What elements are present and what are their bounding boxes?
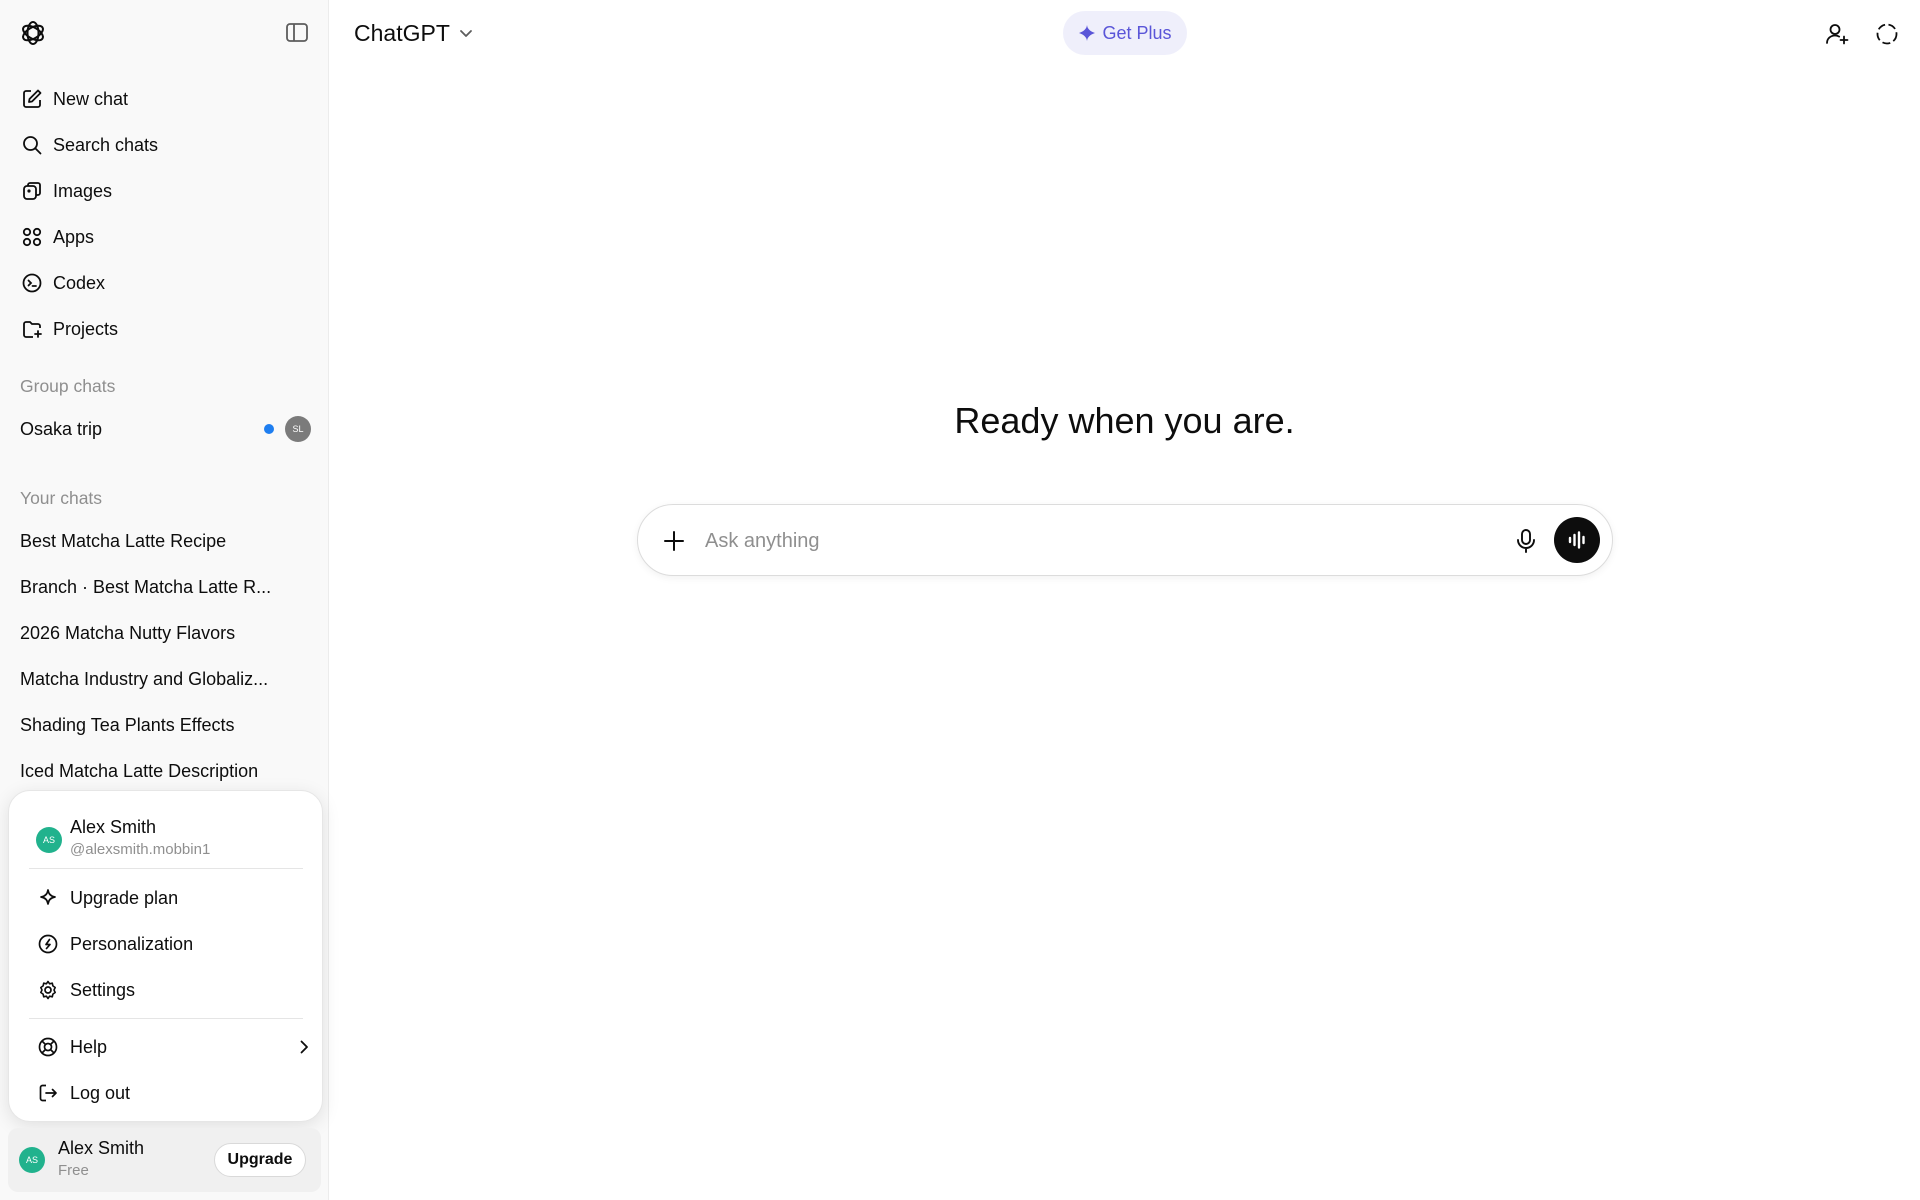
- log-out-item[interactable]: Log out: [19, 1072, 314, 1114]
- divider: [29, 868, 303, 869]
- unread-dot: [264, 424, 274, 434]
- menu-item-label: Upgrade plan: [70, 888, 179, 908]
- codex-button[interactable]: Codex: [10, 263, 319, 303]
- help-icon: [38, 1037, 58, 1057]
- new-chat-icon: [23, 89, 42, 108]
- gear-icon: [40, 980, 56, 1000]
- account-button[interactable]: AS Alex Smith Free Upgrade: [8, 1128, 321, 1192]
- upgrade-plan-item[interactable]: Upgrade plan: [19, 877, 314, 919]
- avatar: AS: [36, 827, 62, 853]
- temporary-chat-button[interactable]: [1870, 17, 1904, 51]
- chat-item[interactable]: Best Matcha Latte Recipe: [10, 521, 319, 561]
- group-chat-label: Osaka trip: [20, 419, 103, 439]
- upgrade-button[interactable]: Upgrade: [214, 1143, 306, 1177]
- chat-title: Branch · Best Matcha Latte R...: [20, 577, 272, 597]
- divider: [29, 1018, 303, 1019]
- chat-item[interactable]: 2026 Matcha Nutty Flavors: [10, 613, 319, 653]
- images-icon: [23, 182, 41, 200]
- chat-title: Matcha Industry and Globaliz...: [20, 669, 269, 689]
- hero-heading: Ready when you are.: [954, 400, 1295, 441]
- apps-button[interactable]: Apps: [10, 217, 319, 257]
- chat-item[interactable]: Matcha Industry and Globaliz...: [10, 659, 319, 699]
- chat-title: Iced Matcha Latte Description: [20, 761, 259, 781]
- chat-title: Best Matcha Latte Recipe: [20, 531, 227, 551]
- add-people-button[interactable]: [1820, 17, 1854, 51]
- model-picker[interactable]: ChatGPT: [344, 14, 484, 52]
- logout-icon: [39, 1084, 57, 1102]
- account-name: Alex Smith: [58, 1138, 145, 1158]
- chat-title: 2026 Matcha Nutty Flavors: [20, 623, 236, 643]
- chevron-right-icon: [300, 1040, 308, 1054]
- sparkle-icon: [40, 889, 56, 905]
- nav-label: Projects: [53, 318, 119, 339]
- nav-label: New chat: [53, 88, 129, 109]
- chat-item[interactable]: Iced Matcha Latte Description: [10, 751, 319, 791]
- menu-item-label: Log out: [70, 1083, 131, 1103]
- prompt-input[interactable]: [705, 525, 1505, 557]
- chat-item[interactable]: Branch · Best Matcha Latte R...: [10, 567, 319, 607]
- chevron-down-icon: [459, 30, 472, 37]
- nav-label: Apps: [53, 226, 95, 247]
- new-chat-button[interactable]: New chat: [10, 79, 319, 119]
- voice-waveform-icon: [1568, 531, 1585, 549]
- add-person-icon: [1826, 24, 1849, 45]
- search-chats-button[interactable]: Search chats: [10, 125, 319, 165]
- menu-item-label: Settings: [70, 980, 136, 1000]
- sidebar-toggle-icon[interactable]: [282, 20, 312, 46]
- projects-icon: [23, 321, 42, 338]
- menu-item-label: Personalization: [70, 934, 194, 954]
- help-item[interactable]: Help: [19, 1026, 314, 1068]
- apps-icon: [22, 227, 42, 247]
- nav-label: Codex: [53, 272, 106, 293]
- chat-title: Shading Tea Plants Effects: [20, 715, 235, 735]
- profile-name: Alex Smith: [70, 817, 157, 837]
- codex-icon: [22, 273, 42, 293]
- profile-handle: @alexsmith.mobbin1: [70, 841, 211, 858]
- account-plan: Free: [58, 1162, 89, 1179]
- personalization-item[interactable]: Personalization: [19, 923, 314, 965]
- microphone-icon[interactable]: [1510, 525, 1542, 557]
- projects-button[interactable]: Projects: [10, 309, 319, 349]
- avatar: SL: [285, 416, 311, 442]
- search-icon: [23, 136, 42, 155]
- images-button[interactable]: Images: [10, 171, 319, 211]
- settings-item[interactable]: Settings: [19, 969, 314, 1011]
- avatar: AS: [19, 1147, 45, 1173]
- chat-item[interactable]: Shading Tea Plants Effects: [10, 705, 319, 745]
- account-menu: AS Alex Smith @alexsmith.mobbin1 Upgrade…: [8, 790, 323, 1122]
- group-chats-heading: Group chats: [20, 376, 116, 396]
- get-plus-button[interactable]: Get Plus: [1063, 11, 1187, 55]
- personalization-icon: [38, 934, 58, 954]
- sidebar: New chat Search chats Images Apps Codex …: [0, 0, 329, 1200]
- group-chat-item[interactable]: Osaka trip SL: [10, 409, 319, 449]
- sidebar-header: [0, 0, 329, 66]
- composer: [637, 504, 1613, 576]
- nav-label: Images: [53, 180, 113, 201]
- voice-mode-button[interactable]: [1554, 517, 1600, 563]
- menu-item-label: Help: [70, 1037, 108, 1057]
- openai-logo-icon[interactable]: [18, 18, 48, 48]
- model-name: ChatGPT: [354, 19, 450, 46]
- temporary-chat-icon: [1876, 23, 1898, 45]
- plus-icon[interactable]: [658, 525, 690, 557]
- get-plus-label: Get Plus: [1102, 22, 1172, 43]
- profile-item[interactable]: AS Alex Smith @alexsmith.mobbin1: [19, 799, 314, 859]
- sparkle-icon: [1079, 25, 1096, 41]
- nav-label: Search chats: [53, 134, 159, 155]
- your-chats-heading: Your chats: [20, 488, 103, 508]
